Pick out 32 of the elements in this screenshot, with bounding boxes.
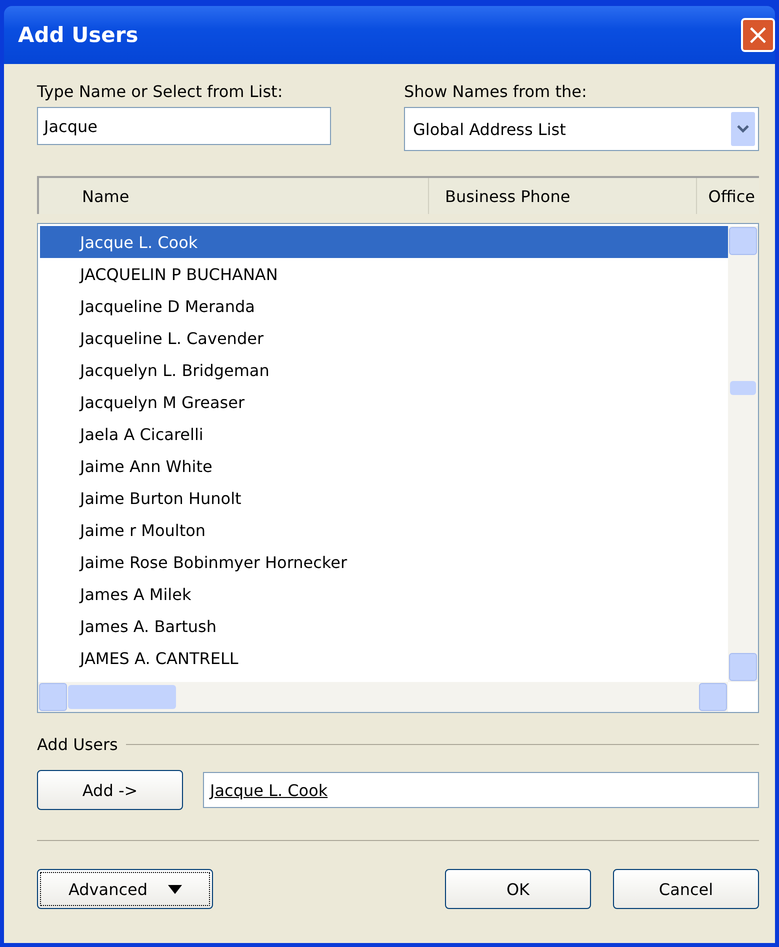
selected-users-field[interactable]: Jacque L. Cook	[203, 772, 759, 808]
advanced-button[interactable]: Advanced	[37, 869, 213, 909]
caret-icon	[168, 884, 182, 894]
vertical-scrollbar[interactable]	[728, 226, 758, 682]
field-label: Show Names from the:	[404, 82, 588, 101]
list-row[interactable]: James A Milek	[40, 578, 728, 610]
cancel-button[interactable]: Cancel	[613, 869, 759, 909]
list-row[interactable]: JACQUELIN P BUCHANAN	[40, 258, 728, 290]
column-header[interactable]: Office	[697, 178, 759, 214]
list-row[interactable]: Jacque L. Cook	[40, 226, 728, 258]
column-header[interactable]: Business Phone	[429, 178, 697, 214]
window-title: Add Users	[18, 23, 138, 47]
list-row[interactable]: Jacquelyn M Greaser	[40, 386, 728, 418]
list-row[interactable]: Jacqueline D Meranda	[40, 290, 728, 322]
address-list-dropdown[interactable]: Global Address List	[404, 107, 759, 151]
ok-button[interactable]: OK	[445, 869, 591, 909]
list-row[interactable]: Jaime Rose Bobinmyer Hornecker	[40, 546, 728, 578]
field-label: Type Name or Select from List:	[37, 82, 284, 101]
list-row[interactable]: JAMES A. CANTRELL	[40, 642, 728, 674]
name-input-field[interactable]: Jacque	[37, 107, 331, 145]
horizontal-scrollbar[interactable]	[38, 682, 728, 712]
list-row[interactable]: Jaela A Cicarelli	[40, 418, 728, 450]
section-label: Add Users	[37, 735, 118, 754]
list-row[interactable]: Jacqueline L. Cavender	[40, 322, 728, 354]
add-button[interactable]: Add ->	[37, 770, 183, 810]
list-row[interactable]: Jaime Burton Hunolt	[40, 482, 728, 514]
column-header[interactable]: Name	[39, 178, 429, 214]
close-button[interactable]: ×	[741, 18, 775, 52]
list-row[interactable]: Jaime r Moulton	[40, 514, 728, 546]
list-row[interactable]: James A. Bartush	[40, 610, 728, 642]
list-row[interactable]: Jaime Ann White	[40, 450, 728, 482]
list-row[interactable]: Jacquelyn L. Bridgeman	[40, 354, 728, 386]
